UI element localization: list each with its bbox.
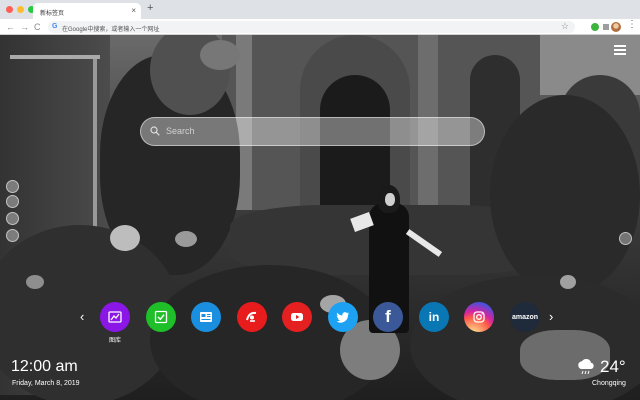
address-bar[interactable]: G 在Google中搜索，或者输入一个网址 ☆: [48, 21, 575, 33]
app-amazon[interactable]: amazon: [510, 302, 540, 332]
facebook-icon: f: [385, 307, 391, 326]
clock-time: 12:00 am: [11, 358, 78, 375]
app-twitter[interactable]: [328, 302, 358, 332]
settings-menu-icon[interactable]: [614, 45, 626, 57]
search-icon: [150, 126, 160, 136]
extension-green-icon[interactable]: [591, 23, 599, 31]
side-shortcut-1-icon[interactable]: [6, 180, 19, 193]
carousel-next-button[interactable]: ›: [549, 309, 553, 324]
linkedin-icon: in: [428, 310, 440, 324]
cloud-rain-icon: [578, 358, 594, 375]
search-bar[interactable]: Search: [140, 117, 485, 146]
side-shortcut-3-icon[interactable]: [6, 212, 19, 225]
carousel-prev-button[interactable]: ‹: [80, 309, 84, 324]
app-youtube[interactable]: [282, 302, 312, 332]
app-gallery[interactable]: [100, 302, 130, 332]
side-shortcut-4-icon[interactable]: [6, 229, 19, 242]
youtube-icon: [291, 313, 303, 321]
app-gallery-label: 图库: [108, 338, 121, 344]
browser-menu-icon[interactable]: ⋮: [627, 19, 637, 30]
bookmark-star-icon[interactable]: ☆: [561, 21, 569, 32]
news-icon: [200, 312, 212, 322]
app-news[interactable]: [191, 302, 221, 332]
minimize-window-button[interactable]: [17, 6, 24, 13]
tab-close-icon[interactable]: ×: [131, 6, 136, 15]
app-linkedin[interactable]: in: [419, 302, 449, 332]
amazon-icon: amazon: [511, 313, 539, 321]
instagram-icon: [473, 311, 485, 323]
window-controls: [6, 6, 35, 13]
twitter-icon: [336, 312, 349, 323]
app-instagram[interactable]: [464, 302, 494, 332]
image-icon: [108, 311, 122, 323]
background-photo: [0, 35, 640, 400]
close-window-button[interactable]: [6, 6, 13, 13]
forward-button[interactable]: →: [20, 21, 29, 33]
app-todo[interactable]: [146, 302, 176, 332]
extension-gray-icon[interactable]: [603, 24, 609, 30]
profile-avatar[interactable]: [611, 22, 621, 32]
side-shortcut-2-icon[interactable]: [6, 195, 19, 208]
app-facebook[interactable]: f: [373, 302, 403, 332]
check-icon: [154, 310, 168, 324]
clock-date: Friday, March 8, 2019: [12, 380, 80, 387]
new-tab-button[interactable]: +: [147, 2, 153, 14]
back-button[interactable]: ←: [6, 21, 15, 33]
weather-city: Chongqing: [592, 380, 626, 387]
search-input[interactable]: Search: [166, 126, 195, 136]
reload-button[interactable]: C: [34, 21, 41, 33]
chrome-store-icon: [246, 311, 257, 322]
browser-toolbar: ← → C G 在Google中搜索，或者输入一个网址 ☆: [0, 19, 640, 35]
tab-title: 新标签页: [40, 11, 65, 17]
app-chrome-web-store[interactable]: [237, 302, 267, 332]
tab-strip: 新标签页 × +: [0, 0, 640, 19]
weather-temperature: 24°: [600, 357, 626, 376]
google-icon: G: [52, 23, 58, 30]
tab-new-tab[interactable]: 新标签页 ×: [33, 3, 141, 19]
right-shortcut-icon[interactable]: [619, 232, 632, 245]
address-placeholder: 在Google中搜索，或者输入一个网址: [62, 27, 160, 33]
